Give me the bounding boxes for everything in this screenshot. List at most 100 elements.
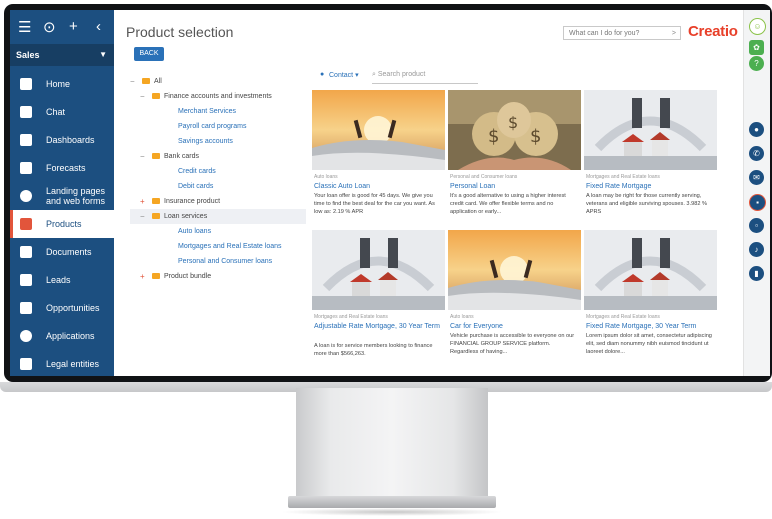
search-underline	[372, 83, 478, 84]
tree-node[interactable]: Merchant Services	[130, 104, 306, 119]
tree-node[interactable]: − Finance accounts and investments	[130, 89, 306, 104]
sidebar-item-label: Home	[46, 79, 71, 89]
sidebar-item-applications[interactable]: Applications	[10, 322, 114, 350]
sidebar-item-chat[interactable]: Chat	[10, 98, 114, 126]
product-image-house-hands	[584, 90, 717, 170]
product-card[interactable]: Auto loans Car for Everyone Vehicle purc…	[448, 230, 581, 365]
tree-node-label[interactable]: Savings accounts	[178, 134, 233, 149]
sidebar-item-label: Leads	[46, 275, 71, 285]
tree-node-label[interactable]: Debit cards	[178, 179, 213, 194]
tree-node-label[interactable]: Personal and Consumer loans	[178, 254, 272, 269]
tree-node[interactable]: Auto loans	[130, 224, 306, 239]
funnel-icon	[20, 302, 32, 314]
tree-node-label[interactable]: Merchant Services	[178, 104, 236, 119]
product-description: A loan may be right for those currently …	[586, 193, 707, 215]
product-title[interactable]: Personal Loan	[450, 182, 578, 191]
product-image-car	[312, 90, 445, 170]
add-icon[interactable]: +	[69, 18, 78, 35]
tree-node-label[interactable]: Payroll card programs	[178, 119, 246, 134]
tree-node[interactable]: Payroll card programs	[130, 119, 306, 134]
tree-node[interactable]: + Product bundle	[130, 269, 306, 284]
product-title[interactable]: Fixed Rate Mortgage	[586, 182, 714, 191]
chat-icon[interactable]: ▫	[749, 218, 764, 233]
tree-node-label: Insurance product	[164, 198, 221, 205]
product-card[interactable]: $ $ $ Personal and Consumer loans Person…	[448, 90, 581, 225]
contact-center-icon[interactable]: ●	[749, 122, 764, 137]
notes-icon[interactable]: ▮	[749, 266, 764, 281]
product-card[interactable]: Mortgages and Real Estate loans Fixed Ra…	[584, 90, 717, 225]
sidebar-item-dashboards[interactable]: Dashboards	[10, 126, 114, 154]
product-title[interactable]: Adjustable Rate Mortgage, 30 Year Term	[314, 322, 442, 331]
sidebar-item-label: Chat	[46, 107, 66, 117]
command-line-input[interactable]: What can I do for you? >	[563, 26, 681, 40]
leads-icon	[20, 274, 32, 286]
tree-node[interactable]: − Bank cards	[130, 149, 306, 164]
landing-page-icon	[20, 190, 32, 202]
play-icon[interactable]: ⊙	[43, 18, 56, 36]
sidebar-item-products[interactable]: Products	[10, 210, 114, 238]
product-card[interactable]: Auto loans Classic Auto Loan Your loan o…	[312, 90, 445, 225]
search-product-input[interactable]: ⌕ Search product	[372, 71, 425, 79]
email-icon[interactable]: ✉	[749, 170, 764, 185]
expand-toggle-icon[interactable]: +	[140, 269, 145, 284]
tree-node[interactable]: Debit cards	[130, 179, 306, 194]
feed-icon[interactable]: ▪	[749, 194, 766, 211]
sidebar: ☰ ⊙ + ‹ Sales ▼ Home Chat Dashboards For…	[10, 10, 114, 376]
document-icon	[20, 246, 32, 258]
sidebar-item-opportunities[interactable]: Opportunities	[10, 294, 114, 322]
app-screen: ☰ ⊙ + ‹ Sales ▼ Home Chat Dashboards For…	[10, 10, 770, 376]
expand-toggle-icon[interactable]: +	[140, 194, 145, 209]
product-title[interactable]: Fixed Rate Mortgage, 30 Year Term	[586, 322, 714, 331]
folder-icon	[152, 93, 160, 99]
tree-node[interactable]: Savings accounts	[130, 134, 306, 149]
sidebar-item-documents[interactable]: Documents	[10, 238, 114, 266]
sidebar-item-forecasts[interactable]: Forecasts	[10, 154, 114, 182]
tree-node[interactable]: − Loan services	[130, 209, 306, 224]
collapse-toggle-icon[interactable]: −	[140, 89, 145, 104]
sidebar-item-label: Documents	[46, 247, 92, 257]
communication-panel: ☺ ✿ ? ● ✆ ✉ ▪ ▫ ♪ ▮	[743, 10, 770, 376]
product-image-money-bags: $ $ $	[448, 90, 581, 170]
sidebar-item-leads[interactable]: Leads	[10, 266, 114, 294]
collapse-toggle-icon[interactable]: −	[130, 74, 135, 89]
tree-node-label: Product bundle	[164, 273, 212, 280]
tree-node-label[interactable]: Credit cards	[178, 164, 216, 179]
tree-node[interactable]: − All	[130, 74, 306, 89]
tree-node[interactable]: Credit cards	[130, 164, 306, 179]
gear-icon[interactable]: ✿	[749, 40, 764, 55]
folder-icon	[152, 213, 160, 219]
product-title[interactable]: Classic Auto Loan	[314, 182, 442, 191]
sidebar-item-legal-entities[interactable]: Legal entities	[10, 350, 114, 376]
tree-node-label[interactable]: Auto loans	[178, 224, 211, 239]
product-title[interactable]: Car for Everyone	[450, 322, 578, 331]
workspace-selector[interactable]: Sales ▼	[10, 44, 114, 66]
tree-node[interactable]: Personal and Consumer loans	[130, 254, 306, 269]
product-image-house-hands	[312, 230, 445, 310]
product-image-house-hands	[584, 230, 717, 310]
tree-node[interactable]: Mortgages and Real Estate loans	[130, 239, 306, 254]
help-icon[interactable]: ?	[749, 56, 764, 71]
sidebar-item-landing-pages[interactable]: Landing pages and web forms	[10, 182, 114, 210]
sidebar-item-label: Opportunities	[46, 303, 100, 313]
contact-dropdown[interactable]: Contact ▾	[329, 71, 359, 79]
arrow-right-icon[interactable]: >	[672, 27, 676, 41]
sidebar-item-home[interactable]: Home	[10, 70, 114, 98]
back-button[interactable]: BACK	[134, 47, 164, 61]
contact-label: Contact	[329, 72, 354, 79]
collapse-icon[interactable]: ‹	[96, 18, 101, 35]
folder-icon	[152, 273, 160, 279]
collapse-toggle-icon[interactable]: −	[140, 209, 145, 224]
phone-icon[interactable]: ✆	[749, 146, 764, 161]
product-category: Mortgages and Real Estate loans	[586, 314, 660, 320]
tree-node-label[interactable]: Mortgages and Real Estate loans	[178, 239, 282, 254]
user-avatar-icon[interactable]: ☺	[749, 18, 766, 35]
product-card[interactable]: Mortgages and Real Estate loans Fixed Ra…	[584, 230, 717, 365]
bell-icon[interactable]: ♪	[749, 242, 764, 257]
product-category: Mortgages and Real Estate loans	[314, 314, 388, 320]
collapse-toggle-icon[interactable]: −	[140, 149, 145, 164]
menu-icon[interactable]: ☰	[18, 18, 31, 36]
product-card[interactable]: Mortgages and Real Estate loans Adjustab…	[312, 230, 445, 365]
tree-node[interactable]: + Insurance product	[130, 194, 306, 209]
tree-node-label: Bank cards	[164, 153, 200, 160]
product-category: Personal and Consumer loans	[450, 174, 518, 180]
